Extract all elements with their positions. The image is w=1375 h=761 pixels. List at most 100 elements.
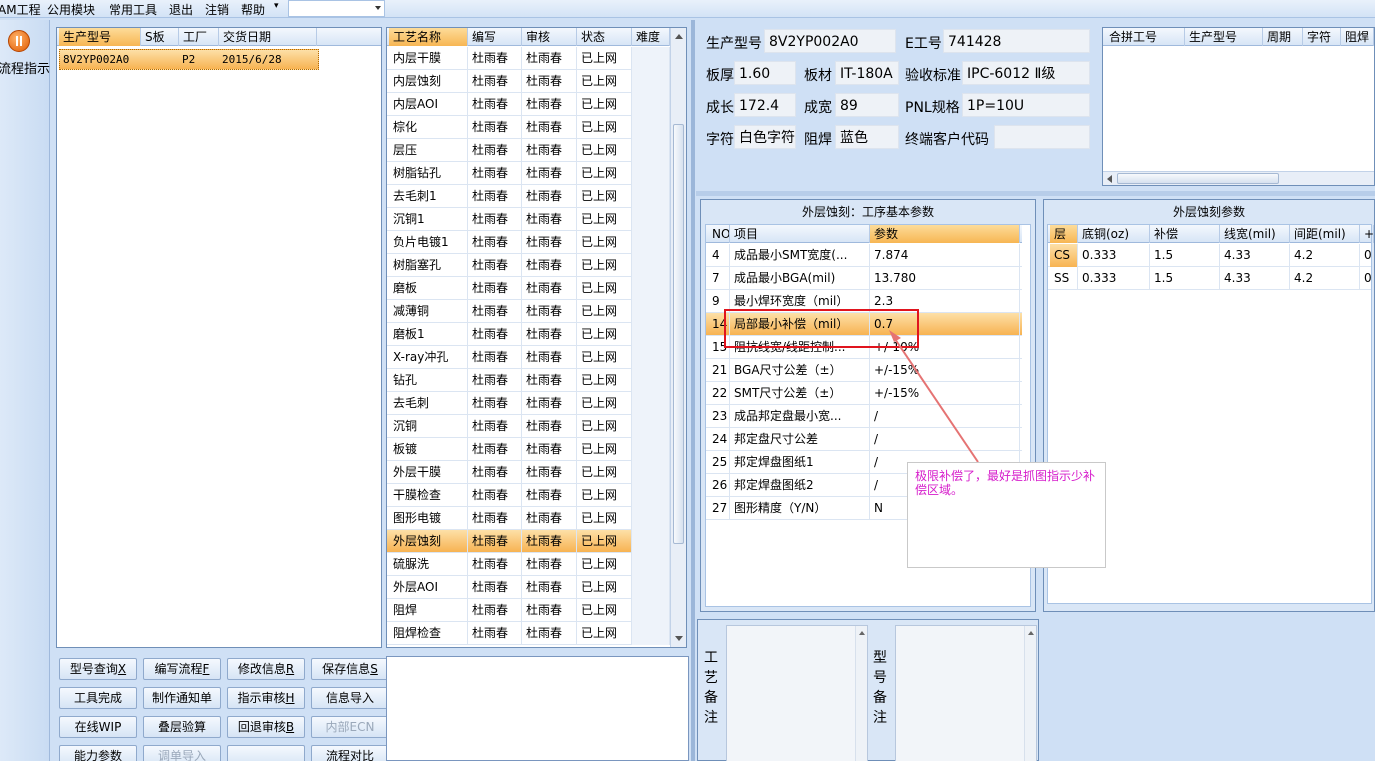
- process-row[interactable]: 棕化 杜雨春 杜雨春 已上网: [387, 116, 670, 139]
- menu-exit[interactable]: 退出: [169, 1, 193, 18]
- process-row[interactable]: 干膜检查 杜雨春 杜雨春 已上网: [387, 484, 670, 507]
- col-merge-model[interactable]: 生产型号: [1185, 28, 1263, 46]
- process-row[interactable]: 树脂钻孔 杜雨春 杜雨春 已上网: [387, 162, 670, 185]
- menu-combo-box[interactable]: [288, 0, 385, 17]
- col-merge-legend[interactable]: 字符: [1303, 28, 1341, 46]
- process-row[interactable]: 负片电镀1 杜雨春 杜雨春 已上网: [387, 231, 670, 254]
- process-scrollbar[interactable]: [670, 28, 686, 647]
- process-row[interactable]: 层压 杜雨春 杜雨春 已上网: [387, 139, 670, 162]
- col-factory[interactable]: 工厂: [179, 28, 219, 46]
- menu-am-engineering[interactable]: AM工程: [0, 1, 41, 18]
- scroll-thumb[interactable]: [673, 124, 684, 544]
- remark-scroll-up-icon[interactable]: [1024, 626, 1036, 761]
- vertical-splitter[interactable]: [691, 20, 695, 761]
- menu-help[interactable]: 帮助: [241, 1, 265, 18]
- action-button[interactable]: 修改信息R: [227, 658, 305, 680]
- thickness-value[interactable]: 1.60: [734, 61, 796, 85]
- e-number-value[interactable]: 741428: [943, 29, 1090, 53]
- action-button[interactable]: 调单导入: [143, 745, 221, 761]
- col-merge-cycle[interactable]: 周期: [1263, 28, 1303, 46]
- menu-logout[interactable]: 注销: [205, 1, 229, 18]
- process-row[interactable]: 硫脲洗 杜雨春 杜雨春 已上网: [387, 553, 670, 576]
- param-row[interactable]: 21 BGA尺寸公差（±） +/-15%: [706, 359, 1022, 382]
- col-param[interactable]: 参数: [870, 225, 1020, 243]
- menu-common-tools[interactable]: 常用工具: [109, 1, 157, 18]
- param-row[interactable]: 22 SMT尺寸公差（±） +/-15%: [706, 382, 1022, 405]
- etch-row[interactable]: SS 0.333 1.5 4.33 4.2 0: [1048, 267, 1374, 290]
- remark-scroll-up-icon[interactable]: [855, 626, 867, 761]
- menu-common-modules[interactable]: 公用模块: [47, 1, 95, 18]
- col-compensation[interactable]: 补偿: [1150, 225, 1220, 243]
- flow-indicator-button[interactable]: 流程指示: [0, 26, 50, 77]
- action-button[interactable]: [227, 745, 305, 761]
- action-button[interactable]: 叠层验算: [143, 716, 221, 738]
- col-no[interactable]: NO: [708, 225, 730, 243]
- col-spacing[interactable]: 间距(mil): [1290, 225, 1360, 243]
- process-row[interactable]: 外层干膜 杜雨春 杜雨春 已上网: [387, 461, 670, 484]
- dropdown-arrow-icon[interactable]: [375, 6, 381, 10]
- process-row[interactable]: 磨板 杜雨春 杜雨春 已上网: [387, 277, 670, 300]
- action-button[interactable]: 编写流程F: [143, 658, 221, 680]
- action-button[interactable]: 在线WIP: [59, 716, 137, 738]
- action-button[interactable]: 型号查询X: [59, 658, 137, 680]
- process-row[interactable]: 阻焊 杜雨春 杜雨春 已上网: [387, 599, 670, 622]
- action-button[interactable]: 信息导入: [311, 687, 389, 709]
- col-process-name[interactable]: 工艺名称: [389, 28, 468, 46]
- process-row[interactable]: X-ray冲孔 杜雨春 杜雨春 已上网: [387, 346, 670, 369]
- model-remark-textarea[interactable]: [895, 625, 1037, 761]
- scroll-left-icon[interactable]: [1107, 175, 1112, 183]
- action-button[interactable]: 保存信息S: [311, 658, 389, 680]
- model-value[interactable]: 8V2YP002A0: [764, 29, 896, 53]
- width-value[interactable]: 89: [835, 93, 899, 117]
- process-row[interactable]: 内层AOI 杜雨春 杜雨春 已上网: [387, 93, 670, 116]
- param-row[interactable]: 24 邦定盘尺寸公差 /: [706, 428, 1022, 451]
- material-value[interactable]: IT-180A: [835, 61, 899, 85]
- col-difficulty[interactable]: 难度: [632, 28, 670, 46]
- process-note-box[interactable]: [386, 656, 689, 761]
- col-model[interactable]: 生产型号: [59, 28, 141, 46]
- action-button[interactable]: 工具完成: [59, 687, 137, 709]
- process-row[interactable]: 减薄铜 杜雨春 杜雨春 已上网: [387, 300, 670, 323]
- process-row[interactable]: 沉铜 杜雨春 杜雨春 已上网: [387, 415, 670, 438]
- process-remark-textarea[interactable]: [726, 625, 868, 761]
- process-row[interactable]: 阻焊检查 杜雨春 杜雨春 已上网: [387, 622, 670, 645]
- action-button[interactable]: 回退审核B: [227, 716, 305, 738]
- col-layer[interactable]: 层: [1050, 225, 1078, 243]
- process-row[interactable]: 内层蚀刻 杜雨春 杜雨春 已上网: [387, 70, 670, 93]
- col-line-width[interactable]: 线宽(mil): [1220, 225, 1290, 243]
- action-button[interactable]: 能力参数: [59, 745, 137, 761]
- col-base-copper[interactable]: 底铜(oz): [1078, 225, 1150, 243]
- merge-hscrollbar[interactable]: [1103, 171, 1374, 185]
- process-row[interactable]: 图形电镀 杜雨春 杜雨春 已上网: [387, 507, 670, 530]
- action-button[interactable]: 流程对比: [311, 745, 389, 761]
- process-row[interactable]: 板镀 杜雨春 杜雨春 已上网: [387, 438, 670, 461]
- col-s-board[interactable]: S板: [141, 28, 179, 46]
- col-item[interactable]: 项目: [730, 225, 870, 243]
- legend-value[interactable]: 白色字符: [734, 125, 796, 149]
- menu-help-arrow-icon[interactable]: ▾: [274, 1, 279, 11]
- process-row[interactable]: 树脂塞孔 杜雨春 杜雨春 已上网: [387, 254, 670, 277]
- scroll-down-icon[interactable]: [675, 636, 683, 641]
- action-button[interactable]: 指示审核H: [227, 687, 305, 709]
- col-merge-number[interactable]: 合拼工号: [1105, 28, 1185, 46]
- etch-row[interactable]: CS 0.333 1.5 4.33 4.2 0: [1048, 244, 1374, 267]
- customer-code-value[interactable]: [994, 125, 1090, 149]
- action-button[interactable]: 制作通知单: [143, 687, 221, 709]
- param-row[interactable]: 23 成品邦定盘最小宽... /: [706, 405, 1022, 428]
- col-merge-mask[interactable]: 阻焊: [1341, 28, 1374, 46]
- horizontal-splitter[interactable]: [696, 191, 1375, 196]
- soldermask-value[interactable]: 蓝色: [835, 125, 899, 149]
- process-row[interactable]: 去毛刺1 杜雨春 杜雨春 已上网: [387, 185, 670, 208]
- param-row[interactable]: 7 成品最小BGA(mil) 13.780: [706, 267, 1022, 290]
- length-value[interactable]: 172.4: [734, 93, 796, 117]
- col-reviewer[interactable]: 审核: [522, 28, 577, 46]
- param-row[interactable]: 4 成品最小SMT宽度(... 7.874: [706, 244, 1022, 267]
- col-delivery-date[interactable]: 交货日期: [219, 28, 317, 46]
- process-row[interactable]: 外层蚀刻 杜雨春 杜雨春 已上网: [387, 530, 670, 553]
- standard-value[interactable]: IPC-6012 Ⅱ级: [962, 61, 1090, 85]
- col-more[interactable]: +: [1360, 225, 1374, 243]
- process-row[interactable]: 磨板1 杜雨春 杜雨春 已上网: [387, 323, 670, 346]
- col-status[interactable]: 状态: [577, 28, 632, 46]
- scroll-up-icon[interactable]: [675, 34, 683, 39]
- process-row[interactable]: 内层干膜 杜雨春 杜雨春 已上网: [387, 47, 670, 70]
